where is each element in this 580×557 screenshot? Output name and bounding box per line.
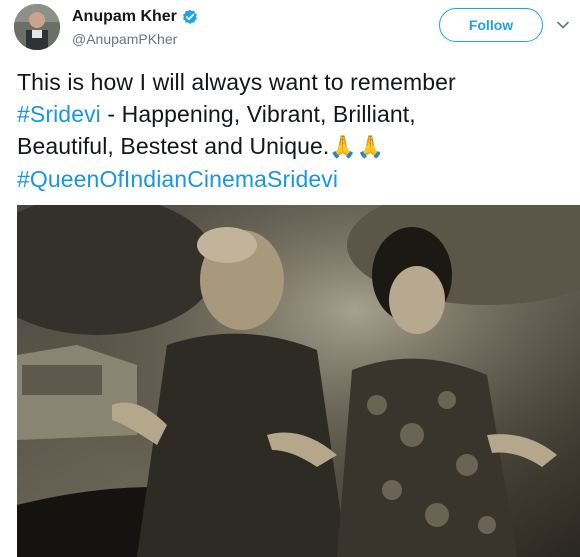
tweet-text-line2: - Happening, Vibrant, Brilliant, (100, 101, 416, 127)
avatar[interactable] (14, 4, 60, 50)
tweet-text-line3: Beautiful, Bestest and Unique. (17, 133, 330, 159)
tweet-text-line1: This is how I will always want to rememb… (17, 69, 456, 95)
tweet-photo[interactable] (17, 205, 580, 557)
follow-button[interactable]: Follow (439, 8, 543, 42)
tweet-card: Anupam Kher @AnupamPKher Follow This is … (0, 0, 580, 557)
tweet-text: This is how I will always want to rememb… (17, 66, 572, 195)
user-handle[interactable]: @AnupamPKher (72, 31, 198, 47)
verified-badge-icon (182, 9, 198, 25)
chevron-down-icon[interactable] (556, 18, 570, 32)
display-name-row: Anupam Kher (72, 6, 198, 28)
folded-hands-emoji: 🙏🙏 (329, 134, 385, 159)
hashtag-queen-link[interactable]: #QueenOfIndianCinemaSridevi (17, 166, 338, 192)
user-info: Anupam Kher @AnupamPKher (72, 6, 198, 47)
hashtag-sridevi-link[interactable]: #Sridevi (17, 101, 101, 127)
display-name[interactable]: Anupam Kher (72, 8, 177, 26)
